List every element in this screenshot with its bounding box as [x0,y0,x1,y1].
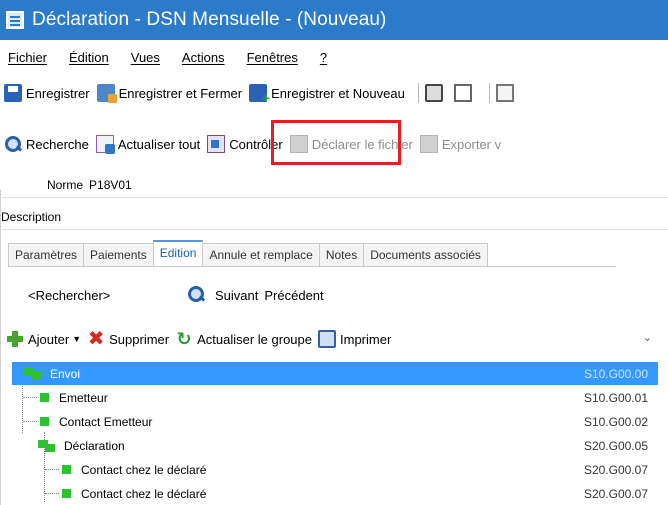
copy-button[interactable] [495,84,518,102]
group-node-icon [24,368,42,380]
tab-documents[interactable]: Documents associés [363,243,488,267]
tree-node-label: Contact chez le déclaré [81,462,207,477]
save-close-label: Enregistrer et Fermer [118,85,243,101]
description-row: Description [0,204,668,230]
search-label: Recherche [26,136,89,152]
tree-row[interactable]: Envoi S10.G00.00 [12,362,658,385]
printer-icon [318,330,336,348]
tree-node-label: Emetteur [59,390,108,405]
add-button[interactable]: Ajouter ▼ [6,330,81,348]
refresh-all-icon [95,135,115,154]
tree-row[interactable]: Contact chez le déclaré S20.G00.07 [12,482,658,505]
print-preview-button[interactable] [453,84,476,102]
plus-icon [6,330,24,348]
save-label: Enregistrer [26,85,90,101]
tab-divider [8,266,616,267]
search-bar: <Rechercher> Suivant Précédent [18,280,330,310]
save-button[interactable]: Enregistrer [4,84,90,102]
main-toolbar: Enregistrer Enregistrer et Fermer Enregi… [0,77,668,109]
magnifier-icon [4,135,22,153]
tree-node-code: S10.G00.00 [583,366,648,381]
tree-node-code: S20.G00.05 [583,438,648,453]
print-list-button[interactable]: Imprimer [318,330,391,348]
highlight-box [271,120,401,165]
print-preview-icon [453,84,472,102]
norme-label: Norme [47,177,84,192]
search-icon[interactable] [187,285,207,305]
tree-node-code: S10.G00.02 [583,414,648,429]
tree-node-code: S20.G00.07 [583,462,648,477]
leaf-node-icon [40,393,49,402]
tree-node-label: Contact Emetteur [59,414,153,429]
menu-vues[interactable]: Vues [131,50,160,65]
description-label: Description [1,209,62,224]
refresh-all-button[interactable]: Actualiser tout [95,135,201,154]
toolbar-separator [417,83,419,103]
leaf-node-icon [40,417,49,426]
tree-node-code: S10.G00.01 [583,390,648,405]
delete-x-icon: ✖ [87,328,105,350]
save-new-button[interactable]: Enregistrer et Nouveau [249,84,405,106]
tab-annule-remplace[interactable]: Annule et remplace [202,243,320,267]
panel-edge [0,190,1,505]
tree-node-label: Envoi [50,366,81,381]
add-label: Ajouter [28,331,70,347]
tree-row[interactable]: Déclaration S20.G00.05 [12,434,658,457]
menu-help[interactable]: ? [320,50,327,65]
print-list-label: Imprimer [340,331,392,347]
printer-icon [424,84,443,102]
refresh-icon: ↻ [176,329,192,349]
print-button[interactable] [424,84,447,102]
refresh-group-button[interactable]: ↻ Actualiser le groupe [175,330,312,348]
leaf-node-icon [62,489,71,498]
delete-button[interactable]: ✖ Supprimer [87,328,170,350]
tab-edition[interactable]: Edition [152,240,204,267]
tree-row[interactable]: Contact Emetteur S10.G00.02 [12,410,658,433]
toolbar-separator [488,83,490,103]
menu-edition[interactable]: Édition [69,50,109,65]
norme-field[interactable]: P18V01 [89,178,132,192]
chevron-down-icon[interactable]: ⌄ [643,331,652,344]
tree-node-label: Déclaration [64,438,125,453]
refresh-group-label: Actualiser le groupe [197,331,312,347]
next-link[interactable]: Suivant [215,288,258,303]
control-icon [207,135,226,153]
leaf-node-icon [62,465,71,474]
previous-link[interactable]: Précédent [264,288,323,303]
tree-node-label: Contact chez le déclaré [81,486,207,501]
title-bar: Déclaration - DSN Mensuelle - (Nouveau) [0,0,668,40]
refresh-all-label: Actualiser tout [117,136,201,152]
action-bar: Ajouter ▼ ✖ Supprimer ↻ Actualiser le gr… [6,325,666,353]
tab-parametres[interactable]: Paramètres [8,243,85,267]
copy-icon [495,84,514,102]
norme-row: Norme P18V01 [0,172,668,198]
save-icon [4,84,22,102]
tab-notes[interactable]: Notes [318,243,365,267]
save-close-icon [96,84,117,103]
tree-row[interactable]: Emetteur S10.G00.01 [12,386,658,409]
save-new-icon [249,84,270,106]
document-icon [6,11,24,29]
save-close-button[interactable]: Enregistrer et Fermer [96,84,243,103]
menu-actions[interactable]: Actions [182,50,225,65]
tab-paiements[interactable]: Paiements [83,243,154,267]
menu-fichier[interactable]: Fichier [8,50,47,65]
menu-fenetres[interactable]: Fenêtres [247,50,298,65]
tab-bar: Paramètres Paiements Edition Annule et r… [8,240,488,267]
group-node-icon [38,440,56,452]
tree-node-code: S20.G00.07 [583,486,648,501]
export-icon [419,135,438,153]
save-new-label: Enregistrer et Nouveau [271,85,405,101]
export-button[interactable]: Exporter v [419,135,502,153]
window-title: Déclaration - DSN Mensuelle - (Nouveau) [32,9,387,30]
dropdown-caret-icon: ▼ [72,334,82,344]
export-label: Exporter v [441,136,502,152]
search-input[interactable]: <Rechercher> [18,283,183,307]
delete-label: Supprimer [109,331,170,347]
tree-row[interactable]: Contact chez le déclaré S20.G00.07 [12,458,658,481]
search-button[interactable]: Recherche [4,135,89,153]
menu-bar: Fichier Édition Vues Actions Fenêtres ? [0,44,668,70]
